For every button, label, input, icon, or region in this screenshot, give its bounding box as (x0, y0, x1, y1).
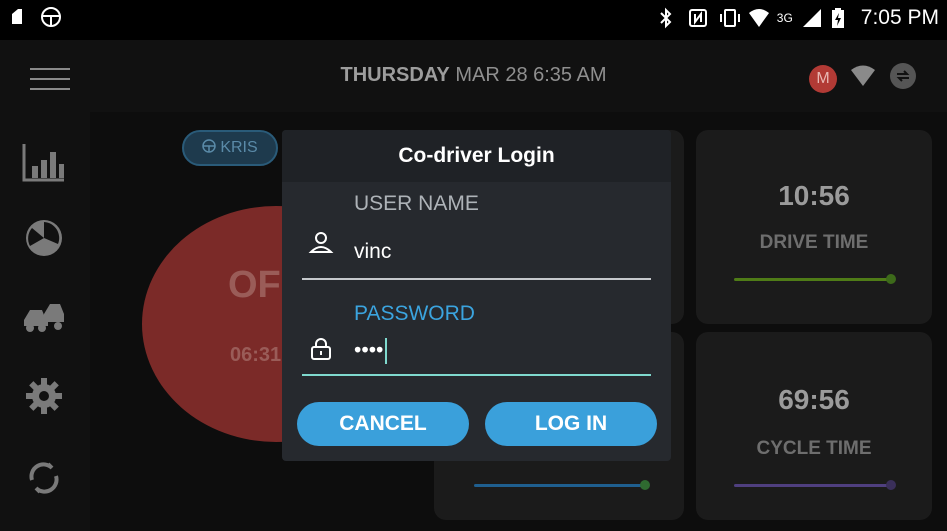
clock: 7:05 PM (860, 6, 939, 29)
drive-time-label: DRIVE TIME (759, 232, 869, 253)
sidebar (0, 112, 90, 531)
vehicles-icon[interactable] (22, 292, 66, 336)
app-header: THURSDAY MAR 28 6:35 AM M (0, 40, 947, 112)
cycle-time-label: CYCLE TIME (756, 438, 872, 459)
person-icon (308, 230, 334, 256)
username-label: USER NAME (354, 192, 479, 215)
signal-icon (801, 7, 823, 29)
bluetooth-icon (657, 7, 679, 29)
password-underline (302, 374, 651, 376)
steering-wheel-icon (202, 138, 217, 158)
header-date: THURSDAY MAR 28 6:35 AM (0, 64, 947, 87)
avatar[interactable]: M (809, 64, 837, 93)
sync-status-icon[interactable] (889, 62, 917, 95)
drive-progress-bar (734, 278, 890, 281)
vibrate-icon (717, 7, 740, 29)
duty-time: 06:31 (230, 344, 282, 366)
battery-charging-icon (831, 7, 853, 29)
dialog-title: Co-driver Login (282, 130, 671, 182)
co-driver-login-dialog: Co-driver Login USER NAME vinc PASSWORD … (282, 130, 671, 461)
password-input[interactable]: •••• (354, 339, 383, 362)
driver-name: KRIS (220, 139, 258, 156)
header-day: THURSDAY (340, 64, 450, 86)
shift-progress-bar (474, 484, 644, 487)
cycle-progress-dot (886, 480, 896, 490)
steering-wheel-icon (40, 6, 62, 28)
chart-icon[interactable] (22, 140, 66, 184)
notification-icon (8, 6, 30, 28)
username-input[interactable]: vinc (354, 240, 391, 264)
settings-icon[interactable] (22, 374, 66, 418)
cycle-time-value: 69:56 (778, 384, 850, 415)
logs-icon[interactable] (22, 216, 66, 260)
sync-icon[interactable] (22, 456, 66, 500)
wifi-status-icon[interactable] (849, 64, 877, 93)
cancel-button[interactable]: CANCEL (297, 402, 469, 446)
cycle-progress-bar (734, 484, 890, 487)
driver-chip[interactable]: KRIS (182, 130, 278, 166)
drive-progress-dot (886, 274, 896, 284)
cycle-time-card: 69:56 CYCLE TIME (696, 332, 932, 520)
login-button[interactable]: LOG IN (485, 402, 657, 446)
password-field[interactable]: •••• (354, 338, 388, 364)
header-datetime: MAR 28 6:35 AM (455, 64, 607, 86)
lock-icon (308, 336, 334, 362)
network-type: 3G (776, 11, 793, 25)
status-bar: 3G 7:05 PM (0, 0, 947, 40)
nfc-icon (687, 7, 709, 29)
text-caret (385, 338, 388, 364)
shift-progress-dot (640, 480, 650, 490)
wifi-icon (747, 7, 769, 29)
password-label: PASSWORD (354, 302, 475, 325)
username-underline (302, 278, 651, 280)
drive-time-card: 10:56 DRIVE TIME (696, 130, 932, 324)
drive-time-value: 10:56 (778, 180, 850, 211)
